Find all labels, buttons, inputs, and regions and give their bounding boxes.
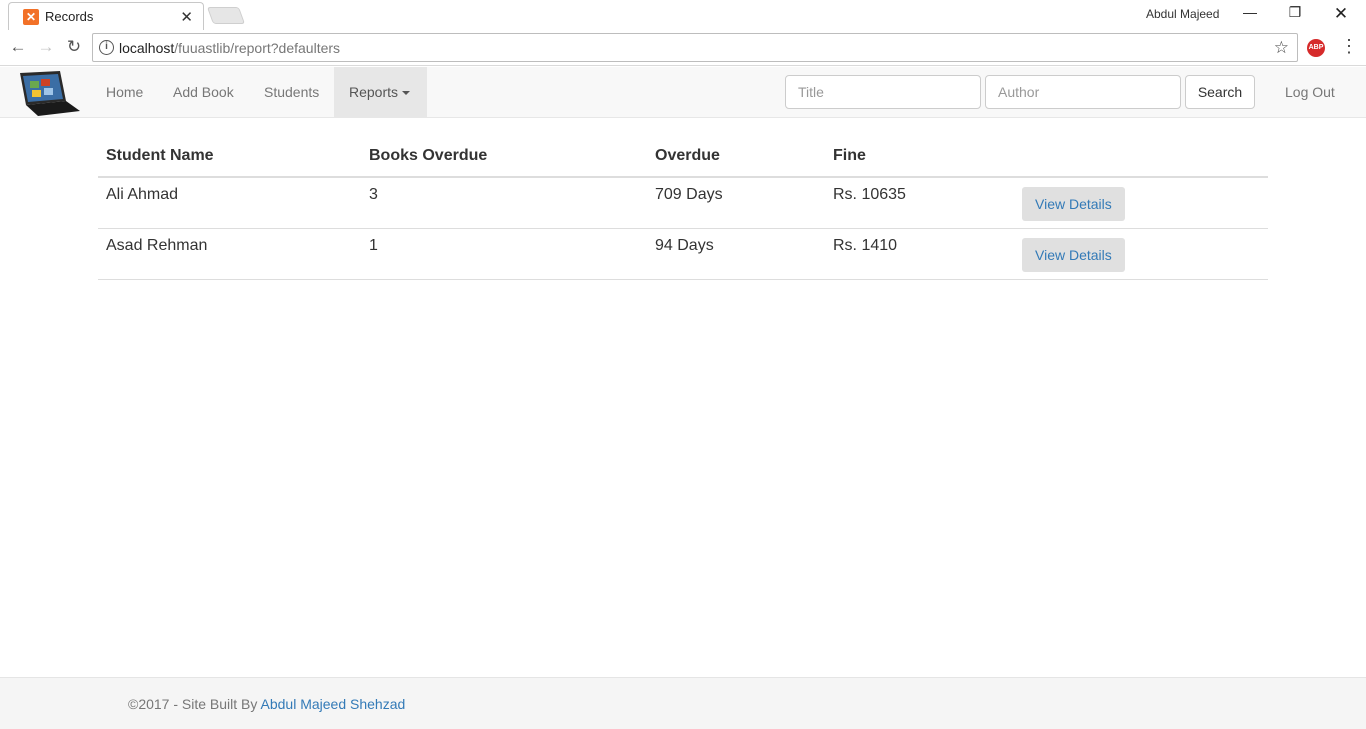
bookmark-star-icon[interactable]: ☆ [1274, 38, 1289, 58]
url-host: localhost [119, 40, 175, 56]
table-row: Ali Ahmad 3 709 Days Rs. 10635 View Deta… [98, 177, 1268, 229]
title-search-input[interactable] [785, 75, 981, 109]
cell-books-overdue: 1 [361, 228, 647, 280]
table-header-row: Student Name Books Overdue Overdue Fine [98, 136, 1268, 178]
reload-icon[interactable]: ↻ [64, 38, 84, 58]
footer-text: ©2017 - Site Built By Abdul Majeed Shehz… [128, 696, 405, 712]
nav-reports-label: Reports [349, 84, 399, 100]
view-details-button[interactable]: View Details [1022, 237, 1125, 272]
url-text[interactable]: localhost/fuuastlib/report?defaulters [119, 40, 340, 56]
profile-name[interactable]: Abdul Majeed [1146, 7, 1219, 21]
xampp-favicon-icon: ✕ [23, 9, 39, 25]
header-books-overdue: Books Overdue [361, 136, 647, 178]
address-bar[interactable]: i localhost/fuuastlib/report?defaulters … [92, 33, 1298, 62]
nav-students[interactable]: Students [264, 67, 319, 117]
view-details-button[interactable]: View Details [1022, 187, 1125, 221]
logout-link[interactable]: Log Out [1285, 67, 1335, 117]
site-navbar: Home Add Book Students Reports Search Lo… [0, 67, 1366, 118]
cell-overdue: 709 Days [647, 177, 825, 229]
author-search-input[interactable] [985, 75, 1181, 109]
new-tab-button[interactable] [206, 7, 246, 24]
url-path: /fuuastlib/report?defaulters [174, 40, 341, 56]
author-link[interactable]: Abdul Majeed Shehzad [261, 696, 406, 712]
cell-books-overdue: 3 [361, 177, 647, 229]
browser-tab[interactable]: ✕ Records ✕ [8, 2, 204, 30]
minimize-icon[interactable]: — [1236, 4, 1264, 24]
header-student-name: Student Name [98, 136, 361, 178]
cell-action: View Details [1014, 177, 1268, 229]
footer-copyright: ©2017 - Site Built By [128, 696, 261, 712]
header-overdue: Overdue [647, 136, 825, 178]
cell-student-name: Asad Rehman [98, 228, 361, 280]
tab-close-icon[interactable]: ✕ [180, 8, 193, 26]
nav-add-book[interactable]: Add Book [173, 67, 234, 117]
kebab-menu-icon[interactable]: ⋮ [1340, 36, 1358, 57]
cell-overdue: 94 Days [647, 228, 825, 280]
site-footer: ©2017 - Site Built By Abdul Majeed Shehz… [0, 677, 1366, 729]
cell-fine: Rs. 1410 [825, 228, 1014, 280]
table-row: Asad Rehman 1 94 Days Rs. 1410 View Deta… [98, 228, 1268, 280]
defaulters-table: Student Name Books Overdue Overdue Fine … [98, 136, 1268, 280]
caret-down-icon [402, 91, 411, 96]
header-action [1014, 136, 1268, 178]
nav-reports-dropdown[interactable]: Reports [334, 67, 427, 117]
brand-laptop-logo[interactable] [16, 69, 82, 117]
browser-toolbar: ← → ↻ i localhost/fuuastlib/report?defau… [0, 30, 1366, 66]
cell-fine: Rs. 10635 [825, 177, 1014, 229]
header-fine: Fine [825, 136, 1014, 178]
browser-titlebar: ✕ Records ✕ Abdul Majeed — ❐ ✕ [0, 0, 1366, 30]
cell-student-name: Ali Ahmad [98, 177, 361, 229]
nav-home[interactable]: Home [106, 67, 143, 117]
back-icon[interactable]: ← [8, 38, 28, 58]
restore-icon[interactable]: ❐ [1281, 4, 1309, 24]
adblock-icon[interactable]: ABP [1307, 39, 1325, 57]
forward-icon[interactable]: → [36, 38, 56, 58]
cell-action: View Details [1014, 228, 1268, 280]
close-window-icon[interactable]: ✕ [1327, 4, 1355, 24]
info-icon[interactable]: i [99, 40, 114, 55]
search-button[interactable]: Search [1185, 75, 1255, 109]
tab-title: Records [45, 9, 94, 24]
